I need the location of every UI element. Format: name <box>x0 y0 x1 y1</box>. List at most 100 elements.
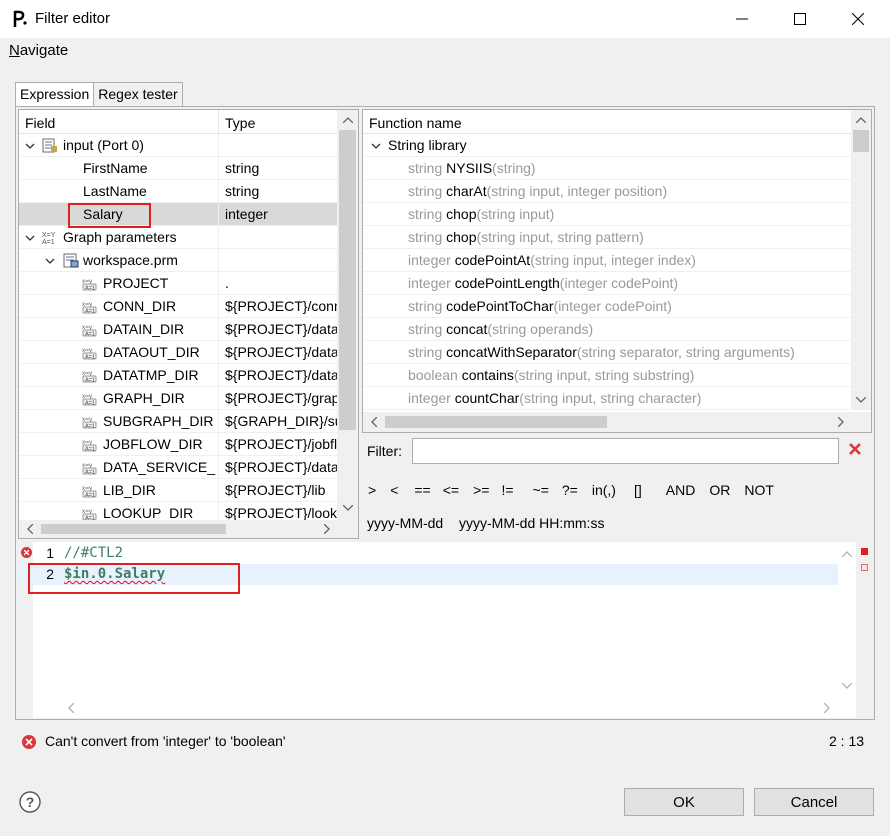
function-item[interactable]: string concat(string operands) <box>363 318 851 341</box>
cancel-button[interactable]: Cancel <box>754 788 874 816</box>
scroll-up-icon[interactable] <box>839 546 855 562</box>
function-item[interactable]: integer countChar(string input, string c… <box>363 387 851 410</box>
tree-row[interactable]: input (Port 0) <box>19 134 337 157</box>
function-item[interactable]: integer codePointLength(integer codePoin… <box>363 272 851 295</box>
function-item[interactable]: string chop(string input, string pattern… <box>363 226 851 249</box>
datetime-format-button[interactable]: yyyy-MM-dd HH:mm:ss <box>459 515 604 531</box>
column-header-function-name[interactable]: Function name <box>369 115 462 131</box>
scroll-down-icon[interactable] <box>340 500 356 516</box>
scroll-thumb[interactable] <box>339 130 356 430</box>
operator-button[interactable]: ?= <box>562 482 578 498</box>
ok-button[interactable]: OK <box>624 788 744 816</box>
function-list[interactable]: Function name String library string NYSI… <box>362 109 872 433</box>
tree-row[interactable]: LastName string <box>19 180 337 203</box>
operator-button[interactable]: [] <box>634 482 642 498</box>
chevron-down-icon[interactable] <box>371 141 381 151</box>
error-marker[interactable] <box>861 548 868 555</box>
parameter-icon: x=y A=1 <box>82 345 98 361</box>
function-item[interactable]: string codePointToChar(integer codePoint… <box>363 295 851 318</box>
column-header-type[interactable]: Type <box>225 115 255 131</box>
tree-vertical-scrollbar[interactable] <box>337 110 358 520</box>
tree-row[interactable]: x=y A=1 SUBGRAPH_DIR ${GRAPH_DIR}/su <box>19 410 337 433</box>
code-line[interactable]: 1 //#CTL2 <box>18 543 856 564</box>
tree-row[interactable]: x=y A=1 DATAOUT_DIR ${PROJECT}/data <box>19 341 337 364</box>
scroll-thumb[interactable] <box>385 416 607 428</box>
tree-horizontal-scrollbar[interactable] <box>19 520 358 538</box>
function-item[interactable]: string NYSIIS(string) <box>363 157 851 180</box>
scroll-up-icon[interactable] <box>340 112 356 128</box>
chevron-down-icon[interactable] <box>25 141 35 151</box>
tree-row[interactable]: FirstName string <box>19 157 337 180</box>
chevron-down-icon[interactable] <box>25 233 35 243</box>
close-button[interactable] <box>830 0 886 38</box>
operator-button[interactable]: != <box>501 482 513 498</box>
operator-button[interactable]: AND <box>666 482 696 498</box>
tree-row-type: ${PROJECT}/conn <box>225 298 337 314</box>
editor-horizontal-scrollbar[interactable] <box>57 698 856 718</box>
operator-button[interactable]: NOT <box>744 482 774 498</box>
error-annotation-marker[interactable] <box>861 564 868 571</box>
clear-filter-icon[interactable] <box>848 442 862 456</box>
tree-row[interactable]: x=y A=1 CONN_DIR ${PROJECT}/conn <box>19 295 337 318</box>
help-icon[interactable]: ? <box>19 791 41 813</box>
operator-button[interactable]: == <box>414 482 430 498</box>
tree-row[interactable]: x=y A=1 PROJECT. <box>19 272 337 295</box>
tab-expression[interactable]: Expression <box>15 82 95 107</box>
scroll-thumb[interactable] <box>41 524 226 534</box>
operator-button[interactable]: > <box>368 482 376 498</box>
scroll-left-icon[interactable] <box>22 521 38 537</box>
scroll-thumb[interactable] <box>853 130 869 152</box>
tree-row[interactable]: X=Y A=1 Graph parameters <box>19 226 337 249</box>
minimize-button[interactable] <box>714 0 770 38</box>
date-format-button[interactable]: yyyy-MM-dd <box>367 515 443 531</box>
menu-navigate[interactable]: Navigate <box>9 42 68 59</box>
column-header-field[interactable]: Field <box>25 115 55 131</box>
app-logo-icon <box>12 9 28 29</box>
function-item[interactable]: integer codePointAt(string input, intege… <box>363 249 851 272</box>
editor-vertical-scrollbar[interactable] <box>838 542 856 698</box>
function-signature: integer codePointLength(integer codePoin… <box>408 275 678 291</box>
maximize-button[interactable] <box>772 0 828 38</box>
function-args: (string input, string pattern) <box>476 229 644 245</box>
function-args: (string input) <box>476 206 555 222</box>
operator-button[interactable]: <= <box>443 482 459 498</box>
operator-button[interactable]: in(,) <box>592 482 616 498</box>
function-item[interactable]: string charAt(string input, integer posi… <box>363 180 851 203</box>
tree-row[interactable]: x=y A=1 LIB_DIR ${PROJECT}/lib <box>19 479 337 502</box>
function-list-header: Function name <box>363 110 851 134</box>
tree-row-type: ${PROJECT}/jobfl <box>225 436 337 452</box>
operator-button[interactable]: OR <box>709 482 730 498</box>
function-vertical-scrollbar[interactable] <box>851 110 871 410</box>
parameter-icon: x=y A=1 <box>82 460 98 476</box>
function-horizontal-scrollbar[interactable] <box>363 412 871 432</box>
scroll-left-icon[interactable] <box>63 700 79 716</box>
tree-row[interactable]: x=y A=1 DATATMP_DIR ${PROJECT}/data <box>19 364 337 387</box>
tree-row[interactable]: x=y A=1 DATA_SERVICE_D ${PROJECT}/data <box>19 456 337 479</box>
tree-row-name: FirstName <box>83 160 148 176</box>
function-item[interactable]: boolean contains(string input, string su… <box>363 364 851 387</box>
scroll-right-icon[interactable] <box>833 414 849 430</box>
operator-button[interactable]: ~= <box>533 482 549 498</box>
scroll-right-icon[interactable] <box>819 700 835 716</box>
function-args: (string input, string substring) <box>513 367 695 383</box>
tab-regex-tester[interactable]: Regex tester <box>94 82 183 106</box>
scroll-down-icon[interactable] <box>839 678 855 694</box>
tree-row-name: GRAPH_DIR <box>103 390 185 406</box>
scroll-right-icon[interactable] <box>319 521 335 537</box>
scroll-left-icon[interactable] <box>366 414 382 430</box>
filter-input[interactable] <box>412 438 839 464</box>
function-item[interactable]: string concatWithSeparator(string separa… <box>363 341 851 364</box>
tree-row[interactable]: workspace.prm <box>19 249 337 272</box>
operator-button[interactable]: >= <box>473 482 489 498</box>
function-group-string-library[interactable]: String library <box>363 134 851 157</box>
field-tree[interactable]: Field Type input (Port 0) FirstName string… <box>18 109 359 539</box>
scroll-up-icon[interactable] <box>853 112 869 128</box>
tree-row[interactable]: x=y A=1 JOBFLOW_DIR ${PROJECT}/jobfl <box>19 433 337 456</box>
function-item[interactable]: string chop(string input) <box>363 203 851 226</box>
operator-button[interactable]: < <box>390 482 398 498</box>
tree-row[interactable]: x=y A=1 GRAPH_DIR ${PROJECT}/grap <box>19 387 337 410</box>
tree-row[interactable]: Salary integer <box>19 203 337 226</box>
tree-row[interactable]: x=y A=1 DATAIN_DIR ${PROJECT}/data <box>19 318 337 341</box>
scroll-down-icon[interactable] <box>853 392 869 408</box>
chevron-down-icon[interactable] <box>45 256 55 266</box>
